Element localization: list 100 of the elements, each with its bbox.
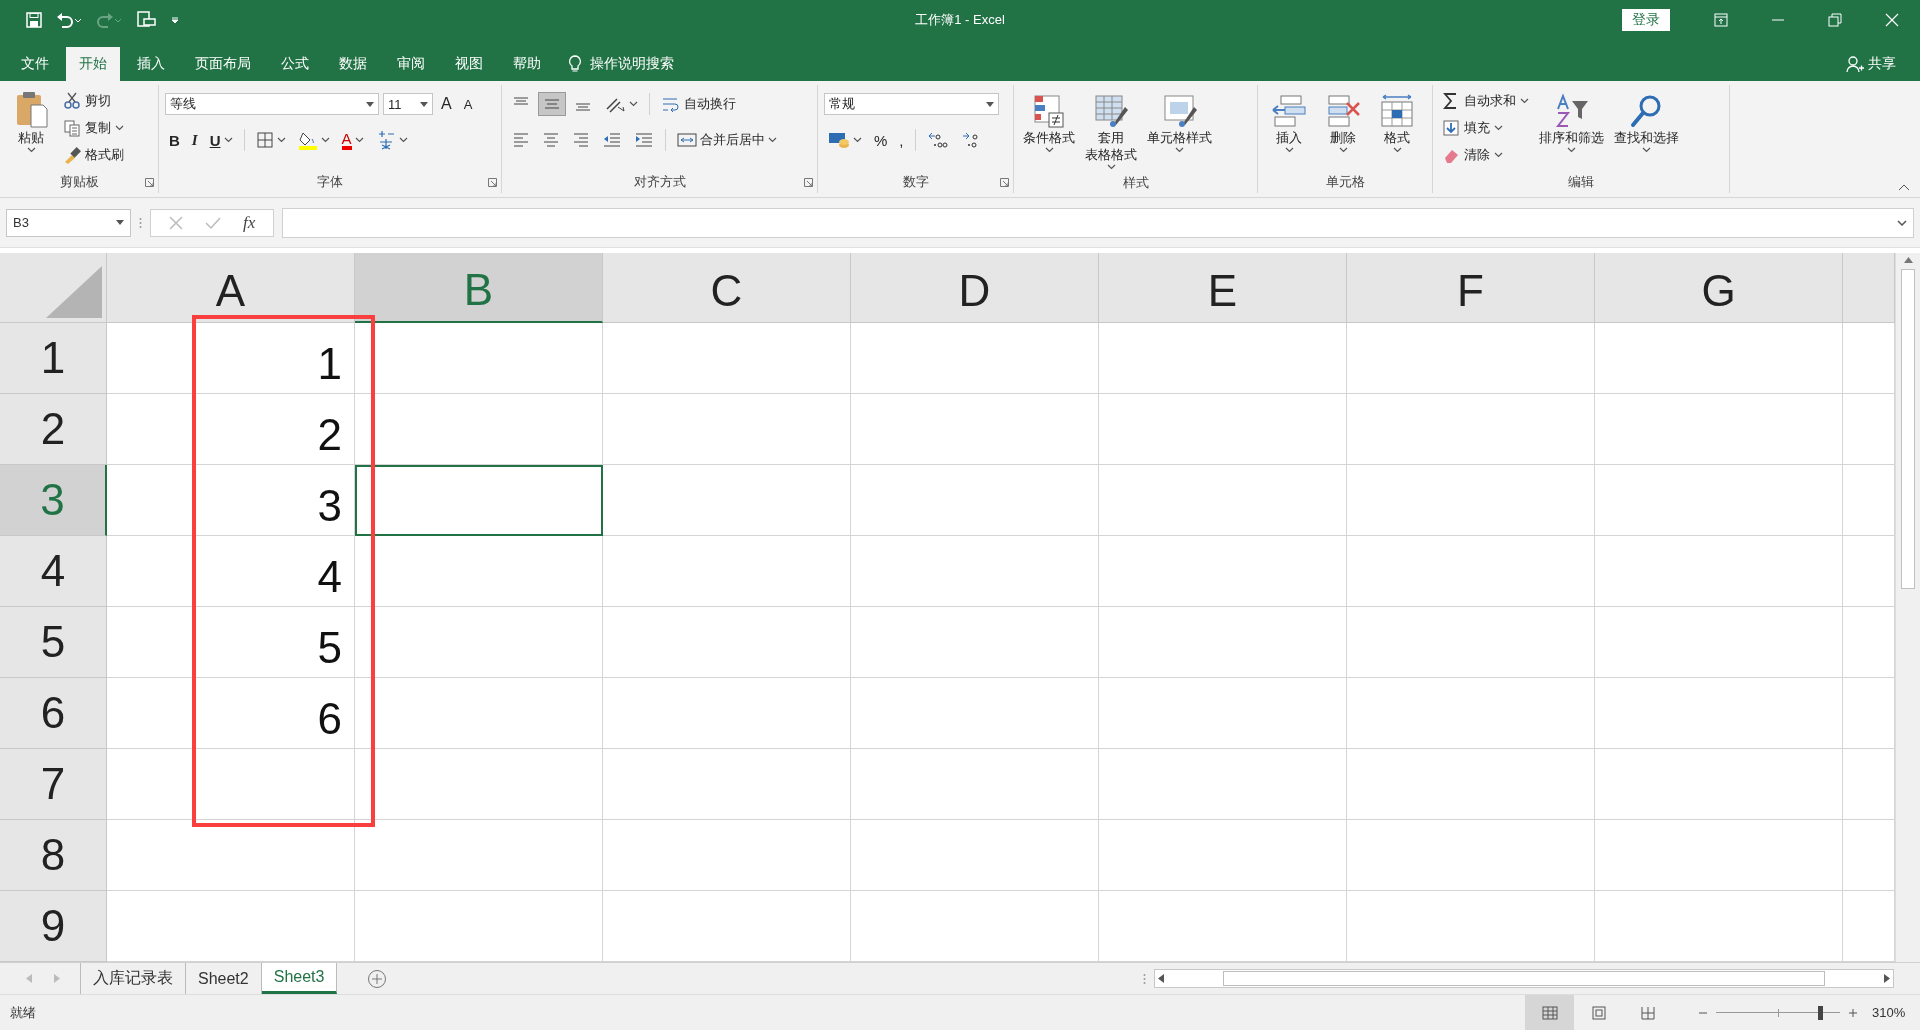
- font-color-button[interactable]: A: [341, 130, 352, 150]
- ribbon-tab[interactable]: 审阅: [384, 47, 438, 81]
- ribbon-tab[interactable]: 页面布局: [182, 47, 264, 81]
- column-header[interactable]: E: [1099, 253, 1347, 323]
- font-size-dropdown[interactable]: 11: [383, 93, 433, 115]
- ribbon-button[interactable]: 复制: [60, 116, 127, 140]
- ribbon-button[interactable]: 格式: [1372, 87, 1422, 155]
- save-icon[interactable]: [26, 12, 42, 28]
- formula-input[interactable]: [282, 207, 1914, 238]
- active-cell[interactable]: [355, 465, 603, 536]
- sheet-tab[interactable]: Sheet3: [261, 963, 338, 994]
- caret-icon[interactable]: [1338, 147, 1348, 153]
- comma-button[interactable]: ,: [899, 131, 904, 149]
- wrap-text-button[interactable]: 自动换行: [657, 92, 740, 116]
- indent-decrease-icon[interactable]: [602, 131, 622, 149]
- ribbon-button[interactable]: 填充: [1439, 116, 1532, 140]
- ribbon-tab[interactable]: 帮助: [500, 47, 554, 81]
- percent-button[interactable]: %: [874, 131, 888, 149]
- caret-icon[interactable]: [320, 137, 330, 143]
- dialog-launcher-icon[interactable]: [804, 178, 813, 187]
- collapse-ribbon-icon[interactable]: [1898, 183, 1910, 191]
- caret-icon[interactable]: [115, 125, 124, 131]
- column-header[interactable]: A: [107, 253, 355, 323]
- customize-icon[interactable]: [170, 15, 180, 25]
- caret-icon[interactable]: [1642, 147, 1651, 153]
- add-sheet-icon[interactable]: [367, 968, 388, 989]
- ribbon-button[interactable]: 查找和选择: [1611, 87, 1682, 155]
- paint-bucket-icon[interactable]: [297, 130, 318, 150]
- caret-icon[interactable]: [420, 101, 428, 107]
- caret-icon[interactable]: [116, 220, 124, 225]
- close-icon[interactable]: [1884, 13, 1899, 27]
- caret-icon[interactable]: [26, 147, 36, 153]
- underline-button[interactable]: U: [209, 131, 221, 149]
- ribbon-tab[interactable]: 开始: [66, 47, 120, 81]
- ribbon-button[interactable]: 剪切: [60, 89, 127, 113]
- italic-button[interactable]: I: [191, 131, 198, 149]
- scroll-right-icon[interactable]: [1884, 974, 1890, 983]
- shrink-font-button[interactable]: A: [463, 96, 473, 112]
- ribbon-button[interactable]: 自动求和: [1439, 89, 1532, 113]
- ribbon-button[interactable]: 格式刷: [60, 143, 127, 167]
- caret-icon[interactable]: [1520, 98, 1529, 104]
- row-header[interactable]: 6: [0, 678, 107, 749]
- caret-icon[interactable]: [1392, 147, 1402, 153]
- dialog-launcher-icon[interactable]: [488, 178, 497, 187]
- column-header[interactable]: G: [1595, 253, 1843, 323]
- ribbon-tab[interactable]: 数据: [326, 47, 380, 81]
- page-break-icon[interactable]: [1639, 1005, 1656, 1020]
- caret-icon[interactable]: [1567, 147, 1576, 153]
- row-header[interactable]: 9: [0, 891, 107, 962]
- caret-icon[interactable]: [986, 101, 994, 107]
- row-header[interactable]: 1: [0, 323, 107, 394]
- caret-icon[interactable]: [1044, 147, 1054, 153]
- indent-increase-icon[interactable]: [634, 131, 654, 149]
- slider-thumb[interactable]: [1818, 1005, 1824, 1020]
- ribbon-button[interactable]: 排序和筛选: [1536, 87, 1607, 155]
- undo-icon[interactable]: [56, 12, 82, 28]
- ribbon-button[interactable]: 清除: [1439, 143, 1532, 167]
- grow-font-button[interactable]: A: [441, 95, 452, 113]
- horizontal-scrollbar[interactable]: [1154, 969, 1894, 988]
- ribbon-tab[interactable]: 插入: [124, 47, 178, 81]
- person-add-icon[interactable]: [1846, 55, 1864, 73]
- money-icon[interactable]: [828, 131, 850, 149]
- normal-view-icon[interactable]: [1541, 1005, 1558, 1020]
- ribbon-display-icon[interactable]: [1713, 13, 1728, 27]
- row-header[interactable]: 2: [0, 394, 107, 465]
- dialog-launcher-icon[interactable]: [145, 178, 154, 187]
- caret-icon[interactable]: [276, 137, 286, 143]
- caret-icon[interactable]: [366, 101, 374, 107]
- ribbon-tab[interactable]: 公式: [268, 47, 322, 81]
- caret-icon[interactable]: [629, 101, 638, 107]
- ribbon-button[interactable]: 粘贴: [6, 87, 56, 155]
- dialog-launcher-icon[interactable]: [1000, 178, 1009, 187]
- insert-function-button[interactable]: fx: [243, 212, 256, 233]
- scroll-left-icon[interactable]: [1158, 974, 1164, 983]
- caret-icon[interactable]: [853, 137, 862, 143]
- caret-icon[interactable]: [1494, 152, 1503, 158]
- row-header[interactable]: 5: [0, 607, 107, 678]
- ribbon-button[interactable]: 删除: [1318, 87, 1368, 155]
- row-header[interactable]: 8: [0, 820, 107, 891]
- share-button[interactable]: 共享: [1868, 55, 1896, 73]
- ribbon-button[interactable]: 套用 表格格式: [1082, 87, 1140, 172]
- merge-center-button[interactable]: 合并后居中: [673, 128, 781, 152]
- print-preview-icon[interactable]: [136, 11, 156, 29]
- row-header[interactable]: 3: [0, 465, 107, 536]
- page-layout-icon[interactable]: [1590, 1005, 1607, 1020]
- row-header[interactable]: 4: [0, 536, 107, 607]
- zoom-level[interactable]: 310%: [1872, 1005, 1920, 1020]
- number-format-dropdown[interactable]: 常规: [824, 93, 999, 115]
- restore-icon[interactable]: [1827, 13, 1842, 27]
- ribbon-button[interactable]: 插入: [1264, 87, 1314, 155]
- ribbon-button[interactable]: 条件格式: [1020, 87, 1078, 155]
- bold-button[interactable]: B: [169, 131, 180, 149]
- decimal-increase-icon[interactable]: [926, 131, 949, 149]
- slanted-text-icon[interactable]: [604, 95, 626, 113]
- ribbon-tab[interactable]: 视图: [442, 47, 496, 81]
- ribbon-tab[interactable]: 文件: [8, 47, 62, 81]
- tell-me-search[interactable]: 操作说明搜索: [590, 55, 674, 73]
- ribbon-button[interactable]: 单元格样式: [1144, 87, 1215, 155]
- font-dropdown[interactable]: 等线: [165, 93, 379, 115]
- caret-icon[interactable]: [223, 137, 233, 143]
